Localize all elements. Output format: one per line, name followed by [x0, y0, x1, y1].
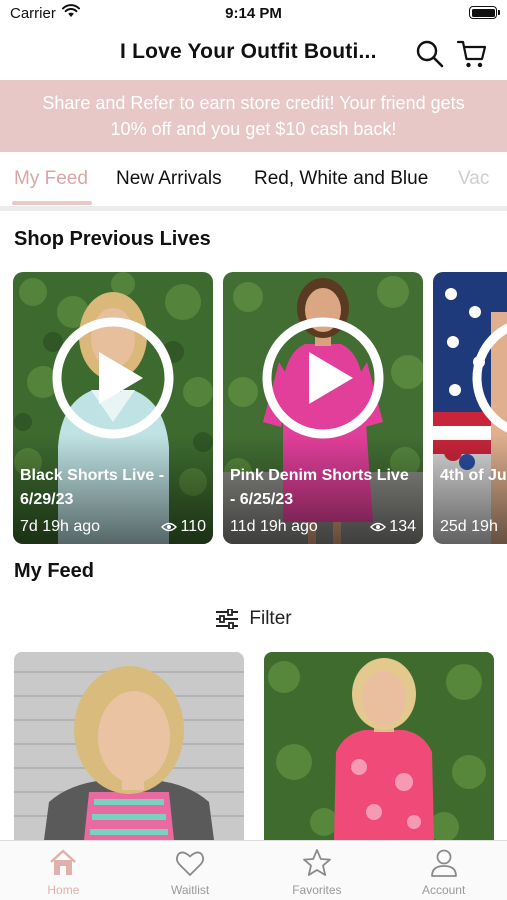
- live-meta: 25d 19h: [440, 518, 507, 536]
- tab-waitlist[interactable]: Waitlist: [127, 841, 254, 900]
- tab-account[interactable]: Account: [380, 841, 507, 900]
- live-card[interactable]: 4th of Ju 6/11/23 25d 19h: [433, 272, 507, 544]
- live-card[interactable]: Black Shorts Live - 6/29/23 7d 19h ago 1…: [13, 272, 213, 544]
- person-icon: [430, 849, 457, 877]
- filter-button[interactable]: Filter: [0, 604, 507, 634]
- promo-text: Share and Refer to earn store credit! Yo…: [42, 90, 464, 142]
- bottom-tab-bar: Home Waitlist Favorites Account: [0, 840, 507, 900]
- promo-banner[interactable]: Share and Refer to earn store credit! Yo…: [0, 80, 507, 152]
- section-title-my-feed: My Feed: [14, 560, 95, 582]
- star-icon: [302, 849, 331, 876]
- product-image: [264, 652, 494, 840]
- previous-lives-carousel[interactable]: Black Shorts Live - 6/29/23 7d 19h ago 1…: [0, 272, 507, 544]
- sliders-icon: [216, 609, 239, 629]
- tab-favorites-label: Favorites: [292, 883, 342, 897]
- divider: [0, 206, 507, 211]
- eye-icon: [161, 522, 178, 532]
- live-time-ago: 7d 19h ago: [20, 518, 101, 535]
- view-count-value: 134: [389, 518, 416, 535]
- live-card[interactable]: Pink Denim Shorts Live - 6/25/23 11d 19h…: [223, 272, 423, 544]
- live-meta: 7d 19h ago 110: [20, 518, 206, 536]
- tab-my-feed[interactable]: My Feed: [14, 168, 88, 190]
- category-tabs: My Feed New Arrivals Red, White and Blue…: [0, 152, 507, 210]
- product-card[interactable]: [264, 652, 494, 840]
- filter-label: Filter: [249, 608, 292, 629]
- heart-icon: [176, 851, 205, 876]
- view-count: 134: [370, 518, 416, 536]
- play-icon[interactable]: [471, 316, 507, 440]
- tab-waitlist-label: Waitlist: [171, 883, 210, 897]
- product-card[interactable]: [14, 652, 244, 840]
- live-time-ago: 11d 19h ago: [230, 518, 318, 535]
- live-time-ago: 25d 19h: [440, 518, 498, 535]
- home-icon: [50, 849, 77, 875]
- live-title: 4th of Ju 6/11/23: [440, 467, 507, 484]
- live-title: Pink Denim Shorts Live - 6/25/23: [230, 467, 409, 508]
- status-bar: Carrier 9:14 PM: [0, 0, 507, 28]
- promo-line-1: Share and Refer to earn store credit! Yo…: [42, 93, 465, 113]
- section-title-previous-lives: Shop Previous Lives: [14, 228, 211, 250]
- page-title: I Love Your Outfit Bouti...: [120, 40, 377, 63]
- cart-icon[interactable]: [456, 38, 488, 70]
- tab-vacation[interactable]: Vac: [458, 168, 489, 190]
- play-icon[interactable]: [51, 316, 175, 440]
- tab-home-label: Home: [47, 883, 80, 897]
- eye-icon: [370, 522, 387, 532]
- product-image: [14, 652, 244, 840]
- tab-account-label: Account: [421, 883, 466, 897]
- live-meta: 11d 19h ago 134: [230, 518, 416, 536]
- view-count: 110: [161, 518, 206, 536]
- tab-new-arrivals[interactable]: New Arrivals: [116, 168, 222, 190]
- tab-red-white-blue[interactable]: Red, White and Blue: [254, 168, 428, 190]
- nav-bar: I Love Your Outfit Bouti...: [0, 28, 507, 80]
- tab-favorites[interactable]: Favorites: [254, 841, 381, 900]
- battery-icon: [469, 6, 500, 19]
- view-count-value: 110: [180, 518, 206, 535]
- search-icon[interactable]: [414, 38, 446, 70]
- live-title: Black Shorts Live - 6/29/23: [20, 467, 165, 508]
- tab-home[interactable]: Home: [0, 841, 127, 900]
- active-tab-indicator: [12, 201, 92, 205]
- play-icon[interactable]: [261, 316, 385, 440]
- clock: 9:14 PM: [225, 5, 282, 22]
- promo-line-2: 10% off and you get $10 cash back!: [110, 119, 397, 139]
